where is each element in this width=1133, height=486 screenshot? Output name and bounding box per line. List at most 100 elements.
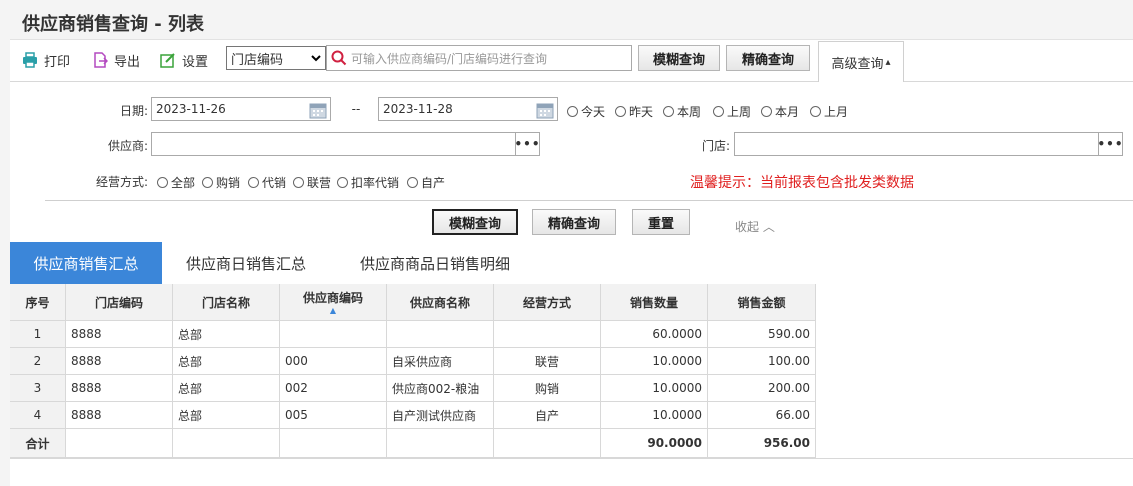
filter-fuzzy-button[interactable]: 模糊查询 xyxy=(432,209,518,235)
cell-store-name: 总部 xyxy=(173,348,280,375)
cell-store-name: 总部 xyxy=(173,402,280,429)
radio-this-month[interactable]: 本月 xyxy=(761,103,799,120)
radio-mode-purchase[interactable]: 购销 xyxy=(202,174,240,191)
cell-business-mode: 自产 xyxy=(494,402,601,429)
radio-label: 全部 xyxy=(171,176,196,190)
row-index: 2 xyxy=(10,348,66,375)
date-from-value: 2023-11-26 xyxy=(156,102,226,116)
cell-store-code: 8888 xyxy=(66,402,173,429)
cell-supplier-name: 供应商002-粮油 xyxy=(387,375,494,402)
radio-label: 上周 xyxy=(727,105,752,119)
table-total-row: 合计 90.0000 956.00 xyxy=(10,429,816,458)
cell-business-mode xyxy=(494,321,601,348)
sort-asc-icon: ▲ xyxy=(329,305,337,315)
radio-circle xyxy=(713,106,724,117)
export-label: 导出 xyxy=(114,54,141,70)
total-cell xyxy=(494,429,601,458)
radio-label: 自产 xyxy=(421,176,446,190)
radio-label: 代销 xyxy=(262,176,287,190)
radio-mode-joint[interactable]: 联营 xyxy=(293,174,331,191)
cell-store-name: 总部 xyxy=(173,375,280,402)
cell-supplier-code: 002 xyxy=(280,375,387,402)
supplier-input[interactable]: ••• xyxy=(151,132,540,156)
radio-label: 扣率代销 xyxy=(351,176,400,190)
radio-today[interactable]: 今天 xyxy=(567,103,605,120)
supplier-picker-button[interactable]: ••• xyxy=(515,133,540,155)
calendar-icon xyxy=(309,103,327,119)
print-button[interactable]: 打印 xyxy=(22,50,70,70)
header-supplier-name[interactable]: 供应商名称 xyxy=(387,284,494,321)
cell-sales-qty: 10.0000 xyxy=(601,402,708,429)
filter-exact-button[interactable]: 精确查询 xyxy=(532,209,616,235)
date-to-input[interactable]: 2023-11-28 xyxy=(378,97,558,121)
cell-sales-amount: 200.00 xyxy=(708,375,816,402)
settings-label: 设置 xyxy=(182,54,209,70)
date-from-input[interactable]: 2023-11-26 xyxy=(151,97,331,121)
header-store-code[interactable]: 门店编码 xyxy=(66,284,173,321)
radio-circle xyxy=(202,177,213,188)
store-input[interactable]: ••• xyxy=(734,132,1123,156)
radio-last-month[interactable]: 上月 xyxy=(810,103,848,120)
header-business-mode[interactable]: 经营方式 xyxy=(494,284,601,321)
table-row[interactable]: 2 8888 总部 000 自采供应商 联营 10.0000 100.00 xyxy=(10,348,816,375)
header-sales-amount[interactable]: 销售金额 xyxy=(708,284,816,321)
advanced-search-label: 高级查询 xyxy=(831,56,884,72)
radio-circle xyxy=(248,177,259,188)
radio-label: 购销 xyxy=(216,176,241,190)
filter-divider xyxy=(45,200,1133,201)
calendar-icon xyxy=(536,103,554,119)
table-row[interactable]: 1 8888 总部 60.0000 590.00 xyxy=(10,321,816,348)
total-sales-amount: 956.00 xyxy=(708,429,816,458)
date-label: 日期: xyxy=(119,104,148,118)
radio-mode-rate-consign[interactable]: 扣率代销 xyxy=(337,174,399,191)
header-supplier-code[interactable]: 供应商编码 ▲ xyxy=(280,284,387,321)
radio-yesterday[interactable]: 昨天 xyxy=(615,103,653,120)
export-button[interactable]: 导出 xyxy=(92,50,140,70)
collapse-toggle[interactable]: 收起 ︿ xyxy=(735,218,775,235)
radio-this-week[interactable]: 本周 xyxy=(663,103,701,120)
radio-mode-self-produce[interactable]: 自产 xyxy=(407,174,445,191)
radio-last-week[interactable]: 上周 xyxy=(713,103,751,120)
header-store-name[interactable]: 门店名称 xyxy=(173,284,280,321)
radio-label: 本月 xyxy=(775,105,800,119)
header-sales-qty[interactable]: 销售数量 xyxy=(601,284,708,321)
grid-bottom-border xyxy=(10,458,1133,459)
cell-store-name: 总部 xyxy=(173,321,280,348)
reset-button[interactable]: 重置 xyxy=(632,209,690,235)
settings-button[interactable]: 设置 xyxy=(160,50,208,70)
row-index: 4 xyxy=(10,402,66,429)
cell-sales-amount: 66.00 xyxy=(708,402,816,429)
radio-circle xyxy=(407,177,418,188)
cell-store-code: 8888 xyxy=(66,375,173,402)
radio-label: 上月 xyxy=(824,105,849,119)
radio-circle xyxy=(761,106,772,117)
radio-mode-consign[interactable]: 代销 xyxy=(248,174,286,191)
tab-supplier-summary[interactable]: 供应商销售汇总 xyxy=(10,242,162,284)
table-header-row: 序号 门店编码 门店名称 供应商编码 ▲ 供应商名称 经营方式 销售数量 销售金… xyxy=(10,284,816,321)
table-row[interactable]: 4 8888 总部 005 自产测试供应商 自产 10.0000 66.00 xyxy=(10,402,816,429)
filter-panel: 日期: 2023-11-26 -- 2023-11-28 今天 昨天 本周 上周… xyxy=(10,82,1133,242)
fuzzy-search-button[interactable]: 模糊查询 xyxy=(638,45,720,71)
header-index[interactable]: 序号 xyxy=(10,284,66,321)
cell-supplier-name: 自采供应商 xyxy=(387,348,494,375)
radio-circle xyxy=(293,177,304,188)
tab-supplier-item-daily-detail[interactable]: 供应商商品日销售明细 xyxy=(340,242,530,284)
advanced-search-tab[interactable]: 高级查询 ▴ xyxy=(818,41,904,82)
radio-circle xyxy=(157,177,168,188)
radio-circle xyxy=(567,106,578,117)
tab-supplier-daily-summary[interactable]: 供应商日销售汇总 xyxy=(172,242,320,284)
search-input[interactable]: 可输入供应商编码/门店编码进行查询 xyxy=(326,45,632,71)
store-picker-button[interactable]: ••• xyxy=(1098,133,1123,155)
toolbar: 打印 导出 设置 门店编码 可输入供应商编码/门店编码进行查询 模糊查询 精确查… xyxy=(10,40,1133,82)
field-select[interactable]: 门店编码 xyxy=(226,46,326,70)
total-label: 合计 xyxy=(10,429,66,458)
supplier-label: 供应商: xyxy=(107,139,148,153)
exact-search-button[interactable]: 精确查询 xyxy=(726,45,810,71)
search-placeholder: 可输入供应商编码/门店编码进行查询 xyxy=(351,51,548,66)
cell-sales-amount: 590.00 xyxy=(708,321,816,348)
data-grid: 序号 门店编码 门店名称 供应商编码 ▲ 供应商名称 经营方式 销售数量 销售金… xyxy=(10,284,1133,486)
radio-mode-all[interactable]: 全部 xyxy=(157,174,195,191)
table-row[interactable]: 3 8888 总部 002 供应商002-粮油 购销 10.0000 200.0… xyxy=(10,375,816,402)
total-cell xyxy=(173,429,280,458)
field-select-value: 门店编码 xyxy=(231,52,284,68)
